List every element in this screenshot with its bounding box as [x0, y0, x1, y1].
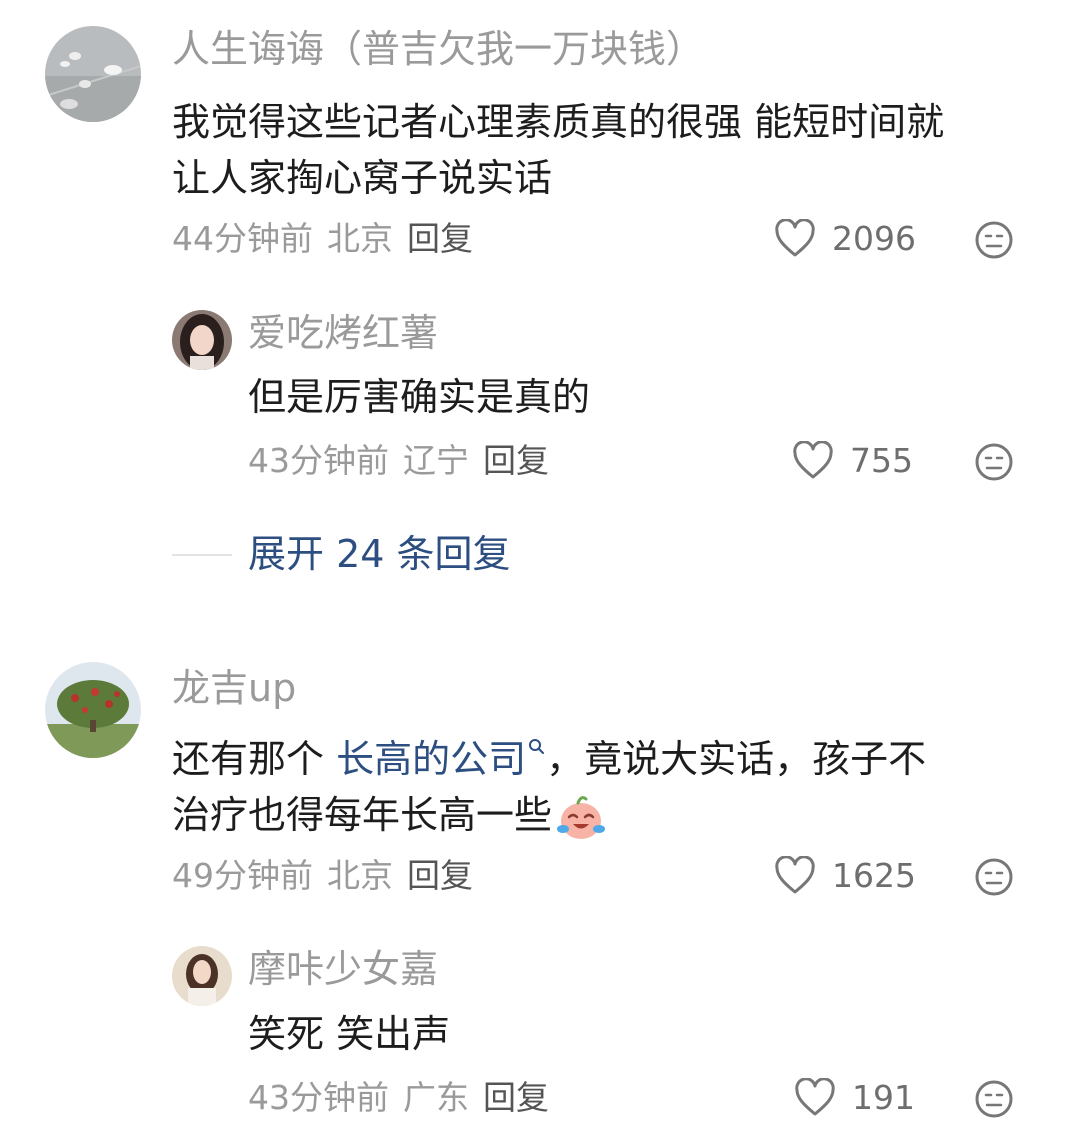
comment-time: 43分钟前: [248, 441, 389, 480]
like-button[interactable]: 755: [792, 441, 913, 481]
reply-button[interactable]: 回复: [407, 856, 473, 895]
comment-time: 43分钟前: [248, 1078, 389, 1117]
like-button[interactable]: 2096: [774, 219, 916, 259]
neutral-face-icon[interactable]: [974, 442, 1014, 482]
comment-text: 还有那个 长高的公司 ，竟说大实话，孩子不 治疗也得每年长高一些: [172, 731, 926, 843]
expand-replies-button[interactable]: 展开 24 条回复: [248, 530, 511, 578]
comment-meta: 43分钟前 辽宁 回复: [248, 441, 549, 481]
avatar[interactable]: [45, 26, 141, 122]
heart-outline-icon: [795, 1078, 835, 1116]
heart-outline-icon: [775, 219, 815, 257]
neutral-face-icon[interactable]: [974, 857, 1014, 897]
comment-username[interactable]: 摩咔少女嘉: [248, 946, 438, 992]
like-button[interactable]: 191: [794, 1078, 915, 1118]
avatar[interactable]: [172, 946, 232, 1006]
comment-text-line: 笑死 笑出声: [248, 1012, 451, 1056]
comment-username[interactable]: 人生诲诲（普吉欠我一万块钱）: [172, 26, 704, 72]
divider: [172, 554, 232, 556]
comment-text-segment: 还有那个: [172, 737, 337, 781]
comment-location: 辽宁: [403, 441, 469, 480]
search-icon: [529, 739, 545, 754]
like-count: 191: [852, 1078, 915, 1117]
neutral-face-icon[interactable]: [974, 1079, 1014, 1119]
comment-meta: 43分钟前 广东 回复: [248, 1078, 549, 1118]
like-count: 2096: [832, 219, 916, 258]
avatar[interactable]: [172, 310, 232, 370]
reply-button[interactable]: 回复: [407, 219, 473, 258]
search-link[interactable]: 长高的公司: [336, 737, 546, 781]
like-count: 755: [850, 441, 913, 480]
reply-button[interactable]: 回复: [483, 441, 549, 480]
neutral-face-icon[interactable]: [974, 220, 1014, 260]
comment-text-line: 让人家掏心窝子说实话: [172, 156, 553, 200]
comment-meta: 49分钟前 北京 回复: [172, 856, 473, 896]
reply-button[interactable]: 回复: [483, 1078, 549, 1117]
comment-text: 但是厉害确实是真的: [248, 369, 590, 425]
comment-username[interactable]: 爱吃烤红薯: [248, 310, 438, 356]
comment-text-line: 还有那个 长高的公司 ，竟说大实话，孩子不: [172, 731, 926, 787]
comment-text-line: 我觉得这些记者心理素质真的很强 能短时间就: [172, 100, 945, 144]
crying-laughing-emoji: [557, 795, 606, 839]
comment-location: 广东: [403, 1078, 469, 1117]
comment-text-line: 治疗也得每年长高一些: [172, 787, 926, 843]
comment-text-segment: ，竟说大实话，孩子不: [546, 737, 927, 781]
heart-outline-icon: [775, 856, 815, 894]
comment-meta: 44分钟前 北京 回复: [172, 219, 473, 259]
comment-location: 北京: [327, 219, 393, 258]
comment-time: 49分钟前: [172, 856, 313, 895]
comment-text-line: 但是厉害确实是真的: [248, 375, 591, 419]
like-count: 1625: [832, 856, 916, 895]
comment-time: 44分钟前: [172, 219, 313, 258]
comment-text: 笑死 笑出声: [248, 1006, 450, 1062]
heart-outline-icon: [793, 441, 833, 479]
avatar[interactable]: [45, 662, 141, 758]
comment-text: 我觉得这些记者心理素质真的很强 能短时间就 让人家掏心窝子说实话: [172, 94, 944, 206]
comment-location: 北京: [327, 856, 393, 895]
comment-username[interactable]: 龙吉up: [172, 665, 296, 711]
like-button[interactable]: 1625: [774, 856, 916, 896]
